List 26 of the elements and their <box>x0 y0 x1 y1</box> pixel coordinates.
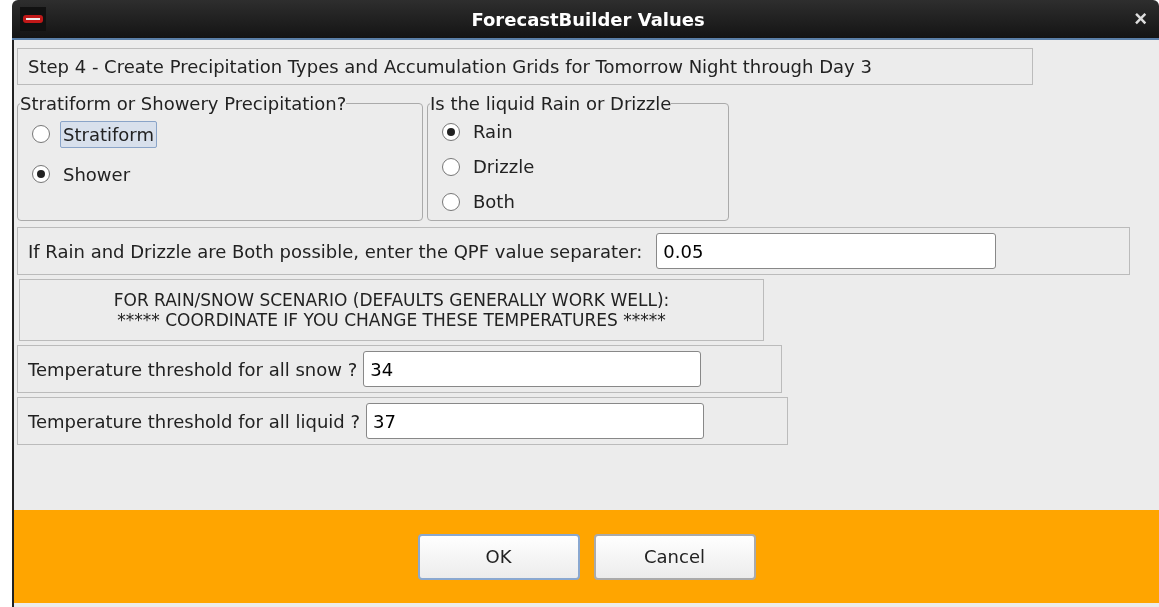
field-label: Temperature threshold for all snow ? <box>28 358 358 380</box>
step-label: Step 4 - Create Precipitation Types and Accumulation Grids for Tomorrow Night through Day 3 <box>17 48 1033 85</box>
dialog-button[interactable]: Cancel <box>593 533 756 580</box>
input-field[interactable]: 34 <box>363 351 702 387</box>
group-title: Stratiform or Showery Precipitation? <box>20 93 347 114</box>
notice-text: FOR RAIN/SNOW SCENARIO (DEFAULTS GENERALLY WORK WELL): <box>113 290 670 310</box>
input-field[interactable]: 37 <box>366 403 704 439</box>
close-button[interactable]: × <box>1130 6 1151 32</box>
radio-button[interactable] <box>442 122 460 141</box>
radio-label[interactable]: Drizzle <box>470 153 538 180</box>
group-title: Is the liquid Rain or Drizzle <box>430 93 672 114</box>
dialog-button[interactable]: OK <box>417 533 580 580</box>
field-label: If Rain and Drizzle are Both possible, enter the QPF value separater: <box>28 240 643 262</box>
radio-button[interactable] <box>442 192 460 211</box>
field-label: Temperature threshold for all liquid ? <box>28 410 360 432</box>
notice-text: ***** COORDINATE IF YOU CHANGE THESE TEMPERATURES ***** <box>117 310 666 330</box>
radio-button[interactable] <box>32 165 50 183</box>
radio-button[interactable] <box>32 125 50 143</box>
radio-label[interactable]: Shower <box>60 160 134 188</box>
app-logo-icon <box>20 7 46 31</box>
radio-label[interactable]: Rain <box>470 118 516 145</box>
radio-label[interactable]: Both <box>470 188 518 215</box>
window-title: ForecastBuilder Values <box>470 8 706 30</box>
radio-button[interactable] <box>442 157 460 176</box>
input-field[interactable]: 0.05 <box>656 233 997 269</box>
radio-label[interactable]: Stratiform <box>60 120 157 148</box>
